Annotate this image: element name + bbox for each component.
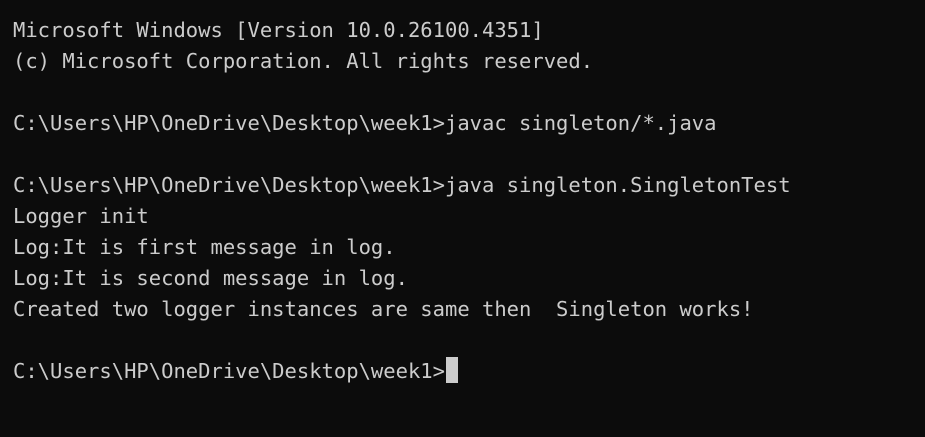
output-line: Logger init <box>13 204 149 228</box>
output-line: Log:It is second message in log. <box>13 266 408 290</box>
copyright-line: (c) Microsoft Corporation. All rights re… <box>13 49 594 73</box>
terminal-window[interactable]: Microsoft Windows [Version 10.0.26100.43… <box>0 0 925 437</box>
text-cursor <box>445 357 458 383</box>
output-line: Created two logger instances are same th… <box>13 297 754 321</box>
version-line: Microsoft Windows [Version 10.0.26100.43… <box>13 18 544 42</box>
command-line-java: C:\Users\HP\OneDrive\Desktop\week1>java … <box>13 173 791 197</box>
prompt-text: C:\Users\HP\OneDrive\Desktop\week1> <box>13 359 445 383</box>
command-line-javac: C:\Users\HP\OneDrive\Desktop\week1>javac… <box>13 111 717 135</box>
current-prompt-line[interactable]: C:\Users\HP\OneDrive\Desktop\week1> <box>13 356 925 387</box>
output-line: Log:It is first message in log. <box>13 235 396 259</box>
